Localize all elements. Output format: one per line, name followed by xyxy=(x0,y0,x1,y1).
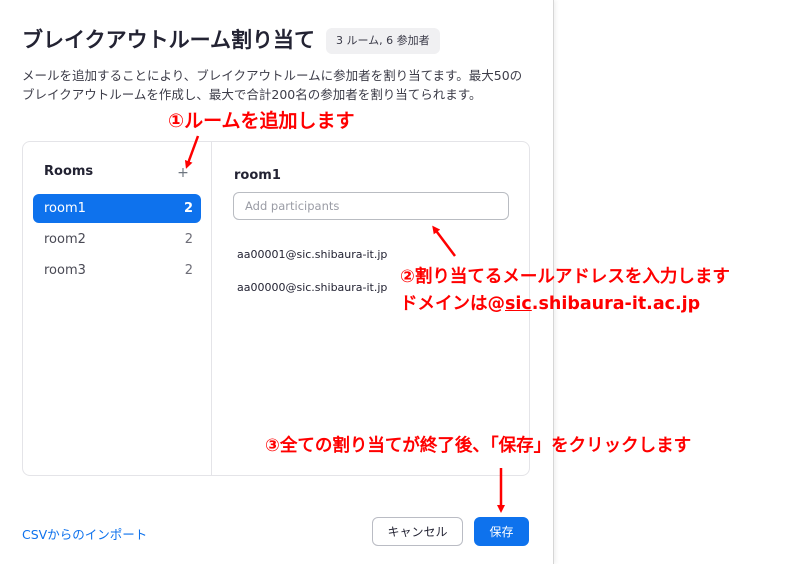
save-button[interactable]: 保存 xyxy=(474,517,529,546)
dialog-description: メールを追加することにより、ブレイクアウトルームに参加者を割り当てます。最大50… xyxy=(22,68,523,102)
domain-underlined: sic xyxy=(505,294,532,314)
csv-import-link[interactable]: CSVからのインポート xyxy=(22,524,147,543)
room-item-room2[interactable]: room2 2 xyxy=(33,225,201,254)
room-count: 2 xyxy=(184,232,193,247)
domain-prefix: ドメインは@ xyxy=(400,294,505,314)
domain-suffix: .shibaura-it.ac.jp xyxy=(531,294,701,314)
selected-room-title: room1 xyxy=(234,168,281,183)
annotation-step2-domain: ドメインは@sic.shibaura-it.ac.jp xyxy=(400,290,700,315)
room-name: room3 xyxy=(44,263,86,278)
rooms-heading: Rooms xyxy=(44,164,94,179)
room-name: room1 xyxy=(44,201,86,216)
plus-icon[interactable]: + xyxy=(176,166,190,180)
add-participants-input[interactable] xyxy=(233,192,509,220)
room-item-room1[interactable]: room1 2 xyxy=(33,194,201,223)
room-count: 2 xyxy=(184,263,193,278)
cancel-button[interactable]: キャンセル xyxy=(372,517,463,546)
room-count: 2 xyxy=(183,201,193,216)
dialog-title: ブレイクアウトルーム割り当て xyxy=(22,28,315,52)
room-item-room3[interactable]: room3 2 xyxy=(33,256,201,285)
participant-email: aa00001@sic.shibaura-it.jp xyxy=(237,248,388,261)
room-participant-count-badge: 3 ルーム, 6 参加者 xyxy=(326,28,440,54)
participant-email: aa00000@sic.shibaura-it.jp xyxy=(237,281,388,294)
annotation-step3: ③全ての割り当てが終了後、「保存」をクリックします xyxy=(265,436,692,456)
annotation-step1: ①ルームを追加します xyxy=(168,110,355,132)
room-name: room2 xyxy=(44,232,86,247)
annotation-step2: ②割り当てるメールアドレスを入力します xyxy=(400,267,730,287)
rooms-list-pane: Rooms + room1 2 room2 2 room3 2 xyxy=(23,142,212,475)
